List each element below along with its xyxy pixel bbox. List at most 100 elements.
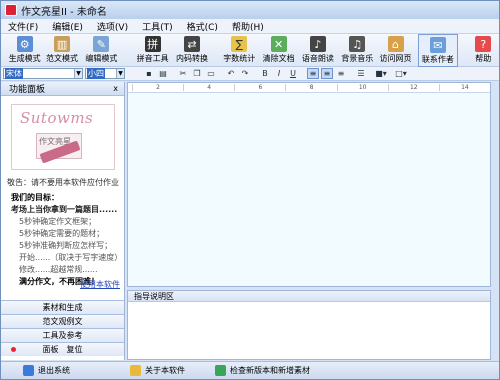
logo-script: Sutowms [20,109,94,127]
goal-item: 5秒钟确定需要的题材； [19,229,105,238]
speaker-icon: ♪ [309,36,326,52]
font-size-select[interactable]: 小四 ▼ [85,68,125,79]
function-panel: 功能面板 x Sutowms 作文亮星 敬告：请不要用本软件应付作业 我们的目标… [1,82,125,360]
nav-samples[interactable]: 范文观例文 [1,314,124,328]
toolbar-label: 语音朗读 [301,54,334,63]
exit-label: 退出系统 [38,366,70,375]
music-icon: ♫ [349,36,366,52]
books-icon: ▥ [54,36,71,52]
toolbar-label: 拼音工具 [136,54,169,63]
ruler-tick: 12 [387,84,439,91]
chevron-down-icon[interactable]: ▼ [116,69,124,78]
text-editor[interactable]: 2 4 6 8 10 12 14 [127,82,491,287]
format-toolbar: 宋体 ▼ 小四 ▼ ▪ ▤ ✂ ❐ ▭ ↶ ↷ B I U ≡ ≡ ≡ ☰ ■▾… [1,67,499,81]
goal-item: 5秒钟确定作文框架； [19,217,97,226]
panel-nav: 素材和生成 范文观例文 工具及参考 面板 复位 [1,300,124,356]
menu-file[interactable]: 文件(F) [1,20,45,33]
guidance-title: 指导说明区 [128,291,490,302]
edit-mode-button[interactable]: ✎ 编辑模式 [82,34,121,67]
exit-icon [23,365,34,376]
close-icon[interactable]: x [113,84,118,93]
update-icon [215,365,226,376]
menu-edit[interactable]: 编辑(E) [45,20,90,33]
home-icon: ⌂ [387,36,404,52]
pencil-icon: ✎ [93,36,110,52]
exit-button[interactable]: 退出系统 [23,365,70,376]
clear-document-button[interactable]: ✕ 清除文档 [259,34,298,67]
background-color-icon[interactable]: □▾ [395,68,407,79]
goals-block: 我们的目标： 考场上当你拿到一篇题目...... 5秒钟确定作文框架； 5秒钟确… [11,192,122,288]
generate-mode-button[interactable]: ⚙ 生成模式 [7,34,42,67]
align-left-icon[interactable]: ≡ [307,68,319,79]
font-value: 宋体 [5,68,23,79]
toolbar-label: 内码转换 [175,54,208,63]
help-button[interactable]: ? 帮助 [468,34,499,67]
goal-item: 5秒钟准确判断应怎样写； [19,241,113,250]
nav-label: 工具及参考 [42,331,83,340]
font-select[interactable]: 宋体 ▼ [3,68,83,79]
align-center-icon[interactable]: ≡ [321,68,333,79]
redo-icon[interactable]: ↷ [239,68,251,79]
contact-author-button[interactable]: ✉ 联系作者 [418,34,458,67]
visit-website-button[interactable]: ⌂ 访问网页 [377,34,414,67]
about-button[interactable]: 关于本软件 [130,365,185,376]
ruler-tick: 6 [234,84,285,91]
toolbar-label: 字数统计 [223,54,256,63]
count-icon: ∑ [231,36,248,52]
notice-text: 敬告：请不要用本软件应付作业 [7,178,119,187]
code-convert-button[interactable]: ⇄ 内码转换 [172,34,211,67]
sample-mode-button[interactable]: ▥ 范文模式 [42,34,81,67]
toolbar-label: 访问网页 [379,54,412,63]
ruler-tick: 14 [438,84,490,91]
help-icon: ? [475,36,492,52]
word-count-button[interactable]: ∑ 字数统计 [220,34,259,67]
read-aloud-button[interactable]: ♪ 语音朗读 [298,34,337,67]
nav-tools[interactable]: 工具及参考 [1,328,124,342]
print-icon[interactable]: ▤ [157,68,169,79]
italic-icon[interactable]: I [273,68,285,79]
menu-help[interactable]: 帮助(H) [225,20,271,33]
color-icon[interactable]: ■▾ [375,68,387,79]
panel-title: 功能面板 [9,85,46,95]
chevron-down-icon[interactable]: ▼ [74,69,82,78]
goal-item: 开始......（取决于写字速度） [19,253,123,262]
ruler-tick: 8 [285,84,336,91]
background-music-button[interactable]: ♫ 背景音乐 [338,34,377,67]
info-icon [130,365,141,376]
title-bar: 作文亮星II - 未命名 [1,1,499,19]
menu-format[interactable]: 格式(C) [180,20,225,33]
check-update-button[interactable]: 检查新版本和新增素材 [215,365,310,376]
convert-icon: ⇄ [183,36,200,52]
align-right-icon[interactable]: ≡ [335,68,347,79]
bullet-dot-icon [11,347,16,352]
window-title: 作文亮星II - 未命名 [21,6,107,18]
gear-icon: ⚙ [16,36,33,52]
paste-icon[interactable]: ▭ [205,68,217,79]
bullets-icon[interactable]: ☰ [355,68,367,79]
toolbar-label: 生成模式 [8,54,41,63]
copy-icon[interactable]: ❐ [191,68,203,79]
toolbar-label: 联系作者 [421,55,454,64]
nav-label: 素材和生成 [42,303,83,312]
nav-materials[interactable]: 素材和生成 [1,300,124,314]
menu-options[interactable]: 选项(V) [90,20,135,33]
main-toolbar: ⚙ 生成模式 ▥ 范文模式 ✎ 编辑模式 拼 拼音工具 ⇄ 内码转换 ∑ 字数统… [1,34,499,67]
clear-icon: ✕ [270,36,287,52]
toolbar-label: 清除文档 [262,54,295,63]
save-icon[interactable]: ▪ [143,68,155,79]
cut-icon[interactable]: ✂ [177,68,189,79]
nav-panel-reset[interactable]: 面板 复位 [1,342,124,356]
toolbar-label: 背景音乐 [341,54,374,63]
underline-icon[interactable]: U [287,68,299,79]
goals-intro: 考场上当你拿到一篇题目...... [11,205,118,214]
app-window: 作文亮星II - 未命名 文件(F) 编辑(E) 选项(V) 工具(T) 格式(… [0,0,500,380]
undo-icon[interactable]: ↶ [225,68,237,79]
bold-icon[interactable]: B [259,68,271,79]
pinyin-icon: 拼 [144,36,161,52]
menu-tools[interactable]: 工具(T) [135,20,180,33]
app-logo: Sutowms 作文亮星 [11,104,115,170]
pinyin-tool-button[interactable]: 拼 拼音工具 [133,34,172,67]
toolbar-label: 帮助 [475,54,492,63]
goal-item: 修改......超越常规...... [19,265,98,274]
use-software-link[interactable]: 使用本软件 [80,279,120,290]
